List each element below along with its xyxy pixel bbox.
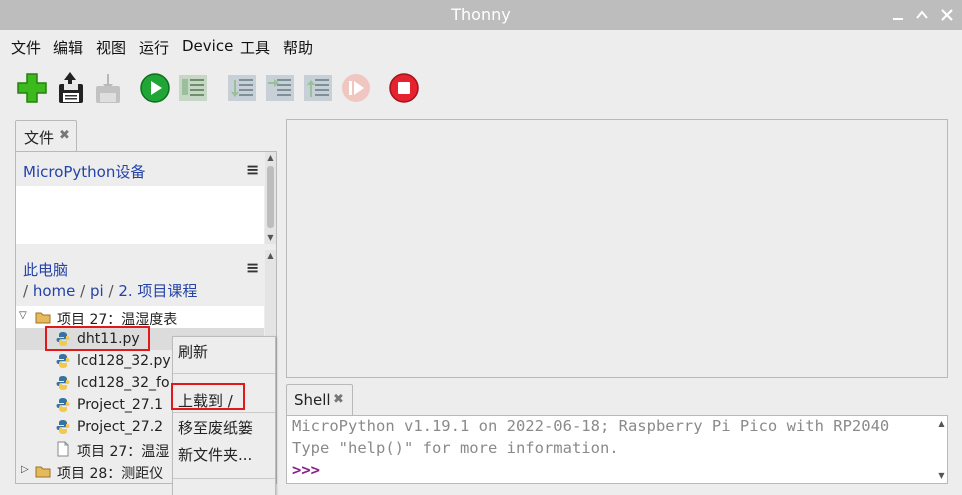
editor-area[interactable] <box>286 119 948 378</box>
tree-item-label: 项目 27：温湿 <box>77 444 170 460</box>
menu-divider <box>173 412 275 413</box>
device-file-list[interactable] <box>16 186 264 244</box>
python-file-icon <box>55 375 71 391</box>
close-tab-icon[interactable]: ✖ <box>59 128 70 143</box>
tree-item-label: Project_27.2 <box>77 419 164 435</box>
this-computer-title: 此电脑 <box>23 261 69 279</box>
menu-help[interactable]: 帮助 <box>283 37 313 58</box>
highlight-box-upload <box>171 383 245 410</box>
scroll-up-icon[interactable]: ▲ <box>266 251 275 260</box>
floppy-disk-icon[interactable] <box>55 72 87 104</box>
expand-toggle-icon[interactable]: ▷ <box>21 464 29 475</box>
breadcrumb-folder[interactable]: 2. 项目课程 <box>118 282 197 300</box>
ctx-refresh[interactable]: 刷新 <box>178 341 208 362</box>
device-title: MicroPython设备 <box>23 163 146 181</box>
minimize-icon[interactable] <box>890 7 906 23</box>
context-menu: 刷新 上载到 / 移至废纸篓 新文件夹... <box>172 336 276 495</box>
step-over-icon <box>226 72 258 104</box>
device-scrollbar[interactable]: ▲ ▼ <box>265 152 276 244</box>
menu-divider <box>173 373 275 374</box>
folder-icon <box>35 463 51 479</box>
python-file-icon <box>55 397 71 413</box>
scroll-down-icon[interactable]: ▼ <box>266 233 275 242</box>
breadcrumb-separator: / <box>80 282 86 300</box>
menu-view[interactable]: 视图 <box>96 37 126 58</box>
expand-toggle-icon[interactable]: ▽ <box>19 310 27 321</box>
download-icon <box>92 72 124 104</box>
tree-item-label: lcd128_32_fo <box>77 375 170 391</box>
step-into-icon <box>264 72 296 104</box>
scroll-down-icon[interactable]: ▼ <box>937 471 946 480</box>
tree-item-label: Project_27.1 <box>77 397 164 413</box>
menu-file[interactable]: 文件 <box>11 37 41 58</box>
breadcrumb-home[interactable]: home <box>33 282 76 300</box>
tree-folder-row[interactable]: ▽ 项目 27：温湿度表 <box>16 306 264 328</box>
device-menu-icon[interactable]: ≡ <box>246 160 259 179</box>
menu-device[interactable]: Device <box>182 37 233 55</box>
debug-icon <box>177 72 209 104</box>
step-out-icon <box>302 72 334 104</box>
tab-shell[interactable]: Shell ✖ <box>286 384 353 416</box>
breadcrumb-separator: / <box>108 282 114 300</box>
ctx-new-folder[interactable]: 新文件夹... <box>178 444 252 465</box>
shell-scrollbar[interactable]: ▲ ▼ <box>934 416 947 483</box>
menu-tools[interactable]: 工具 <box>240 37 270 58</box>
window-title: Thonny <box>451 5 511 24</box>
shell-output-line: Type "help()" for more information. <box>292 439 619 457</box>
resume-icon <box>340 72 372 104</box>
title-bar: Thonny <box>0 0 962 30</box>
ctx-move-to-trash[interactable]: 移至废纸篓 <box>178 417 253 438</box>
menu-edit[interactable]: 编辑 <box>53 37 83 58</box>
tree-item-label: lcd128_32.py <box>77 353 171 369</box>
scroll-up-icon[interactable]: ▲ <box>266 153 275 162</box>
python-file-icon <box>55 419 71 435</box>
shell-prompt[interactable]: >>> <box>292 461 320 479</box>
red-stop-icon[interactable] <box>388 72 420 104</box>
green-play-icon[interactable] <box>139 72 171 104</box>
toolbar <box>0 66 962 112</box>
scroll-up-icon[interactable]: ▲ <box>937 419 946 428</box>
shell-output-line: MicroPython v1.19.1 on 2022-06-18; Raspb… <box>292 417 890 435</box>
menu-bar: 文件 编辑 视图 运行 Device 工具 帮助 <box>0 30 962 62</box>
close-tab-icon[interactable]: ✖ <box>333 392 344 407</box>
menu-divider <box>173 478 275 479</box>
maximize-icon[interactable] <box>914 7 930 23</box>
highlight-box-file <box>45 326 150 351</box>
tab-files-label: 文件 <box>24 129 55 147</box>
close-window-icon[interactable] <box>939 7 955 23</box>
breadcrumb: / home / pi / 2. 项目课程 <box>23 280 197 301</box>
green-plus-icon[interactable] <box>16 72 48 104</box>
python-file-icon <box>55 353 71 369</box>
folder-icon <box>35 309 51 325</box>
scrollbar-thumb[interactable] <box>267 166 274 228</box>
text-file-icon <box>55 441 71 457</box>
tab-files[interactable]: 文件 ✖ <box>15 120 77 152</box>
menu-run[interactable]: 运行 <box>139 37 169 58</box>
breadcrumb-separator: / <box>23 282 29 300</box>
breadcrumb-pi[interactable]: pi <box>90 282 104 300</box>
device-header: MicroPython设备 ≡ <box>16 152 264 186</box>
computer-menu-icon[interactable]: ≡ <box>246 258 259 277</box>
tab-shell-label: Shell <box>294 391 331 409</box>
shell-console[interactable]: MicroPython v1.19.1 on 2022-06-18; Raspb… <box>286 415 948 484</box>
tree-item-label: 项目 28：测距仪 <box>57 466 164 482</box>
